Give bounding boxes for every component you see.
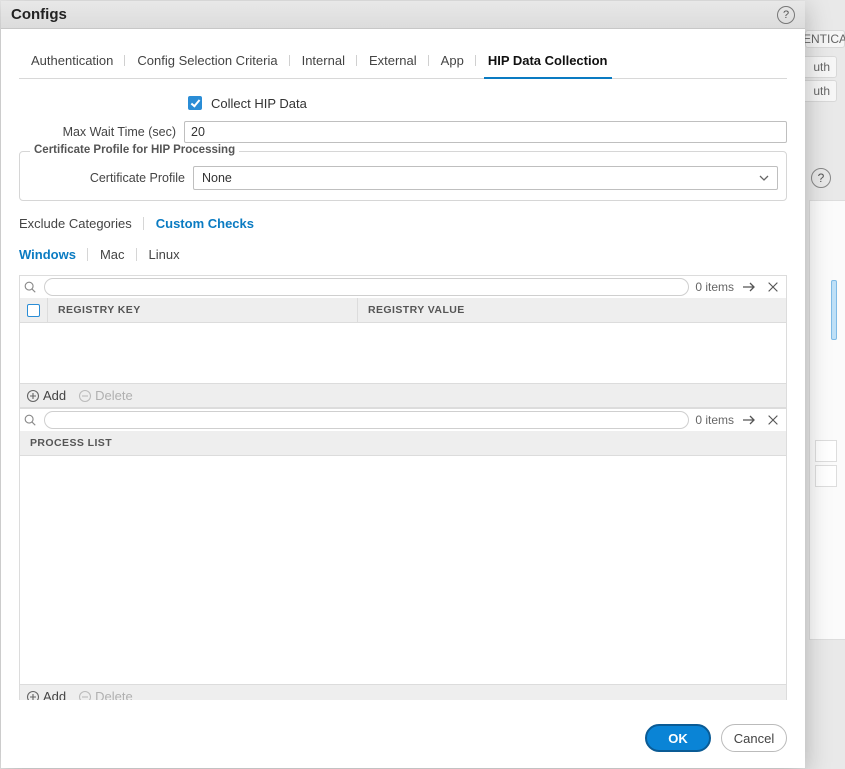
ostab-linux[interactable]: Linux [137, 244, 192, 265]
max-wait-input[interactable] [184, 121, 787, 143]
minus-circle-icon [78, 389, 92, 403]
configs-modal: Configs ? Authentication Config Selectio… [1, 1, 805, 768]
tab-external[interactable]: External [357, 43, 429, 78]
cancel-button[interactable]: Cancel [721, 724, 787, 752]
bg-chip-1: uth [801, 56, 837, 78]
tab-internal[interactable]: Internal [290, 43, 357, 78]
collect-hip-checkbox-row[interactable]: Collect HIP Data [184, 93, 307, 113]
process-col-header: PROCESS LIST [20, 431, 786, 455]
bg-chip-2: uth [801, 80, 837, 102]
modal-title: Configs [11, 6, 67, 23]
bg-tab-fragment: ENTICA [805, 30, 845, 48]
cert-profile-select[interactable]: None [193, 166, 778, 190]
bg-panel-edge [809, 200, 845, 640]
cert-fieldset-legend: Certificate Profile for HIP Processing [30, 144, 239, 156]
tab-config-selection[interactable]: Config Selection Criteria [125, 43, 289, 78]
process-table: PROCESS LIST Add Delete [19, 431, 787, 700]
process-searchbar: 0 items [19, 408, 787, 431]
bg-square-1 [815, 440, 837, 462]
registry-col-key: REGISTRY KEY [48, 298, 358, 322]
registry-next-icon[interactable] [740, 278, 758, 296]
registry-searchbar: 0 items [19, 275, 787, 298]
registry-search-input[interactable] [44, 278, 689, 296]
tab-hip-data-collection[interactable]: HIP Data Collection [476, 43, 620, 78]
search-icon [22, 412, 38, 428]
process-next-icon[interactable] [740, 411, 758, 429]
modal-header: Configs ? [1, 1, 805, 29]
process-items-count: 0 items [695, 413, 734, 427]
ostab-mac[interactable]: Mac [88, 244, 137, 265]
process-delete-label: Delete [95, 689, 133, 700]
modal-body: Authentication Config Selection Criteria… [1, 29, 805, 700]
registry-add-button[interactable]: Add [26, 388, 66, 403]
tab-app[interactable]: App [429, 43, 476, 78]
os-subtabs: Windows Mac Linux [19, 244, 787, 265]
process-search-input[interactable] [44, 411, 689, 429]
ostab-windows[interactable]: Windows [19, 244, 88, 265]
cert-profile-value: None [202, 171, 232, 185]
search-icon [22, 279, 38, 295]
registry-delete-button[interactable]: Delete [78, 388, 133, 403]
bg-help-icon: ? [811, 168, 831, 188]
registry-add-label: Add [43, 388, 66, 403]
row-max-wait: Max Wait Time (sec) [19, 121, 787, 143]
row-collect-hip: Collect HIP Data [19, 93, 787, 113]
registry-delete-label: Delete [95, 388, 133, 403]
tab-authentication[interactable]: Authentication [19, 43, 125, 78]
process-clear-icon[interactable] [764, 411, 782, 429]
modal-footer: OK Cancel [1, 700, 805, 768]
max-wait-label: Max Wait Time (sec) [19, 125, 184, 139]
subtab-exclude-categories[interactable]: Exclude Categories [19, 213, 144, 234]
cert-profile-label: Certificate Profile [28, 171, 193, 185]
process-add-button[interactable]: Add [26, 689, 66, 700]
registry-tbody [20, 323, 786, 383]
help-icon[interactable]: ? [777, 6, 795, 24]
main-tabs: Authentication Config Selection Criteria… [19, 43, 787, 79]
plus-circle-icon [26, 389, 40, 403]
process-add-label: Add [43, 689, 66, 700]
category-subtabs: Exclude Categories Custom Checks [19, 213, 787, 234]
collect-hip-label: Collect HIP Data [211, 96, 307, 111]
plus-circle-icon [26, 690, 40, 700]
bg-square-2 [815, 465, 837, 487]
registry-select-all[interactable] [20, 298, 48, 322]
bg-blue-strip [831, 280, 837, 340]
registry-clear-icon[interactable] [764, 278, 782, 296]
registry-table: REGISTRY KEY REGISTRY VALUE Add Delete [19, 298, 787, 408]
ok-button[interactable]: OK [645, 724, 711, 752]
cert-profile-fieldset: Certificate Profile for HIP Processing C… [19, 151, 787, 201]
subtab-custom-checks[interactable]: Custom Checks [144, 213, 266, 234]
registry-items-count: 0 items [695, 280, 734, 294]
process-tbody [20, 456, 786, 684]
chevron-down-icon [759, 173, 769, 183]
minus-circle-icon [78, 690, 92, 700]
collect-hip-checkbox[interactable] [188, 96, 202, 110]
process-delete-button[interactable]: Delete [78, 689, 133, 700]
registry-col-value: REGISTRY VALUE [358, 298, 786, 322]
